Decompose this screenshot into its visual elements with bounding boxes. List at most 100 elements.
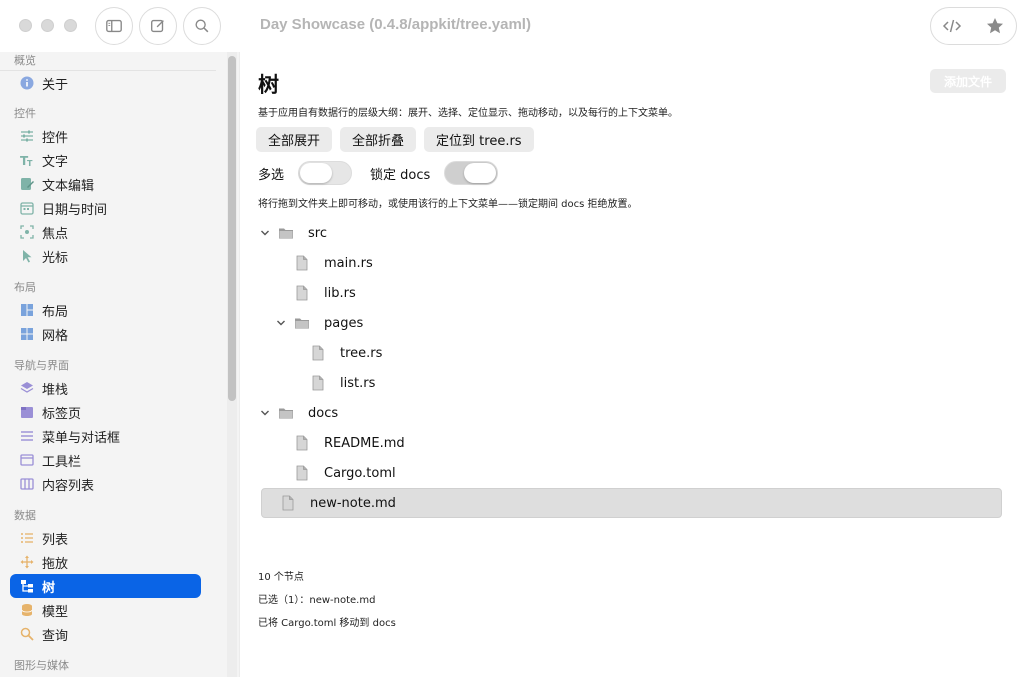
close-window-button[interactable] — [19, 19, 32, 32]
sidebar-item-date-time[interactable]: 日期与时间 — [10, 196, 201, 220]
zoom-window-button[interactable] — [64, 19, 77, 32]
sidebar-item-grid[interactable]: 网格 — [10, 322, 201, 346]
sidebar-item-text[interactable]: TT 文字 — [10, 148, 201, 172]
compose-button[interactable] — [139, 7, 177, 45]
tree-icon — [20, 579, 34, 593]
sidebar-item-label: 菜单与对话框 — [42, 430, 121, 446]
list-icon — [20, 531, 34, 545]
sidebar-item-label: 控件 — [42, 130, 69, 146]
sidebar-item-layout[interactable]: 布局 — [10, 298, 201, 322]
tree-row-label: list.rs — [340, 375, 376, 391]
file-icon — [296, 435, 308, 451]
folder-icon — [279, 408, 293, 419]
view-source-button[interactable] — [931, 16, 974, 36]
reveal-button[interactable]: 定位到 tree.rs — [424, 127, 534, 152]
lock-docs-switch[interactable] — [444, 161, 499, 185]
outline-tree: src main.rs lib.rs pages tree.rs list.rs docs R… — [260, 218, 1003, 518]
node-count: 10 个节点 — [258, 572, 304, 583]
tree-row-file[interactable]: main.rs — [260, 248, 1003, 278]
action-buttons: 全部展开 全部折叠 定位到 tree.rs — [256, 127, 534, 152]
sidebar-item-content-list[interactable]: 内容列表 — [10, 472, 201, 496]
sidebar-item-about[interactable]: 关于 — [10, 71, 201, 95]
folder-icon — [279, 228, 293, 239]
tree-row-file[interactable]: list.rs — [260, 368, 1003, 398]
sidebar-item-label: 树 — [42, 580, 56, 596]
info-icon — [20, 76, 34, 90]
stack-icon — [20, 381, 34, 395]
tree-row-file[interactable]: tree.rs — [260, 338, 1003, 368]
layout-icon — [20, 303, 34, 317]
file-icon — [296, 465, 308, 481]
sidebar-section-layout: 布局 — [14, 281, 36, 294]
multi-select-label: 多选 — [258, 167, 285, 183]
sidebar-item-controls[interactable]: 控件 — [10, 124, 201, 148]
toolbar-icon — [20, 453, 34, 467]
sidebar-item-toolbar[interactable]: 工具栏 — [10, 448, 201, 472]
collapse-all-button[interactable]: 全部折叠 — [340, 127, 417, 152]
sidebar-item-label: 查询 — [42, 628, 69, 644]
search-button[interactable] — [183, 7, 221, 45]
tree-row-file[interactable]: README.md — [260, 428, 1003, 458]
sidebar: 概览 关于 控件 控件 TT 文字 文本编辑 日期与时间 焦点 光标 布局 布局… — [0, 52, 240, 677]
chevron-down-icon[interactable] — [276, 318, 286, 328]
sidebar-item-label: 模型 — [42, 604, 69, 620]
switch-knob — [300, 163, 333, 183]
tree-row-file[interactable]: lib.rs — [260, 278, 1003, 308]
sidebar-item-tabs[interactable]: 标签页 — [10, 400, 201, 424]
tree-row-label: lib.rs — [324, 285, 356, 301]
file-icon — [312, 375, 324, 391]
database-icon — [20, 603, 34, 617]
tree-row-folder[interactable]: src — [260, 218, 1003, 248]
tree-row-file[interactable]: Cargo.toml — [260, 458, 1003, 488]
sidebar-item-cursor[interactable]: 光标 — [10, 244, 201, 268]
sidebar-item-query[interactable]: 查询 — [10, 622, 201, 646]
tree-row-label: README.md — [324, 435, 405, 451]
drag-hint: 将行拖到文件夹上即可移动，或使用该行的上下文菜单——锁定期间 docs 拒绝放置… — [258, 199, 638, 210]
sidebar-item-drag-drop[interactable]: 拖放 — [10, 550, 201, 574]
sliders-icon — [20, 129, 34, 143]
calendar-icon — [20, 201, 34, 215]
expand-all-button[interactable]: 全部展开 — [256, 127, 333, 152]
tree-row-label: main.rs — [324, 255, 373, 271]
columns-icon — [20, 477, 34, 491]
sidebar-item-label: 工具栏 — [42, 454, 82, 470]
file-icon — [296, 285, 308, 301]
sidebar-item-label: 布局 — [42, 304, 69, 320]
page-title: 树 — [258, 73, 279, 97]
multi-select-switch[interactable] — [298, 161, 353, 185]
minimize-window-button[interactable] — [41, 19, 54, 32]
sidebar-item-focus[interactable]: 焦点 — [10, 220, 201, 244]
sidebar-item-model[interactable]: 模型 — [10, 598, 201, 622]
add-file-button[interactable]: 添加文件 — [930, 69, 1006, 93]
sidebar-item-stack[interactable]: 堆栈 — [10, 376, 201, 400]
sidebar-item-text-edit[interactable]: 文本编辑 — [10, 172, 201, 196]
tree-row-file[interactable]: new-note.md — [261, 488, 1002, 518]
file-icon — [282, 495, 294, 511]
tree-row-folder[interactable]: pages — [260, 308, 1003, 338]
sidebar-section-data: 数据 — [14, 509, 36, 522]
sidebar-item-list[interactable]: 列表 — [10, 526, 201, 550]
toggle-sidebar-button[interactable] — [95, 7, 133, 45]
favorite-button[interactable] — [974, 16, 1017, 36]
tree-row-folder[interactable]: docs — [260, 398, 1003, 428]
sidebar-section-controls: 控件 — [14, 107, 36, 120]
sidebar-item-label: 拖放 — [42, 556, 69, 572]
chevron-down-icon[interactable] — [260, 228, 270, 238]
move-icon — [20, 555, 34, 569]
sidebar-section-overview: 概览 — [0, 52, 216, 71]
sidebar-item-label: 关于 — [42, 77, 69, 93]
sidebar-item-label: 堆栈 — [42, 382, 69, 398]
sidebar-item-label: 焦点 — [42, 226, 69, 242]
main-content: 树 添加文件 基于应用自有数据行的层级大纲：展开、选择、定位显示、拖动移动，以及… — [240, 52, 1024, 677]
switch-knob — [464, 163, 497, 183]
file-icon — [296, 255, 308, 271]
sidebar-item-label: 文本编辑 — [42, 178, 95, 194]
tree-row-label: new-note.md — [310, 495, 396, 511]
sidebar-item-label: 日期与时间 — [42, 202, 108, 218]
toggle-row: 多选 锁定 docs — [258, 161, 516, 185]
chevron-down-icon[interactable] — [260, 408, 270, 418]
sidebar-scrollbar[interactable] — [228, 56, 236, 401]
page-subtitle: 基于应用自有数据行的层级大纲：展开、选择、定位显示、拖动移动，以及每行的上下文菜… — [258, 108, 678, 119]
sidebar-item-tree[interactable]: 树 — [10, 574, 201, 598]
sidebar-item-menus-dialogs[interactable]: 菜单与对话框 — [10, 424, 201, 448]
